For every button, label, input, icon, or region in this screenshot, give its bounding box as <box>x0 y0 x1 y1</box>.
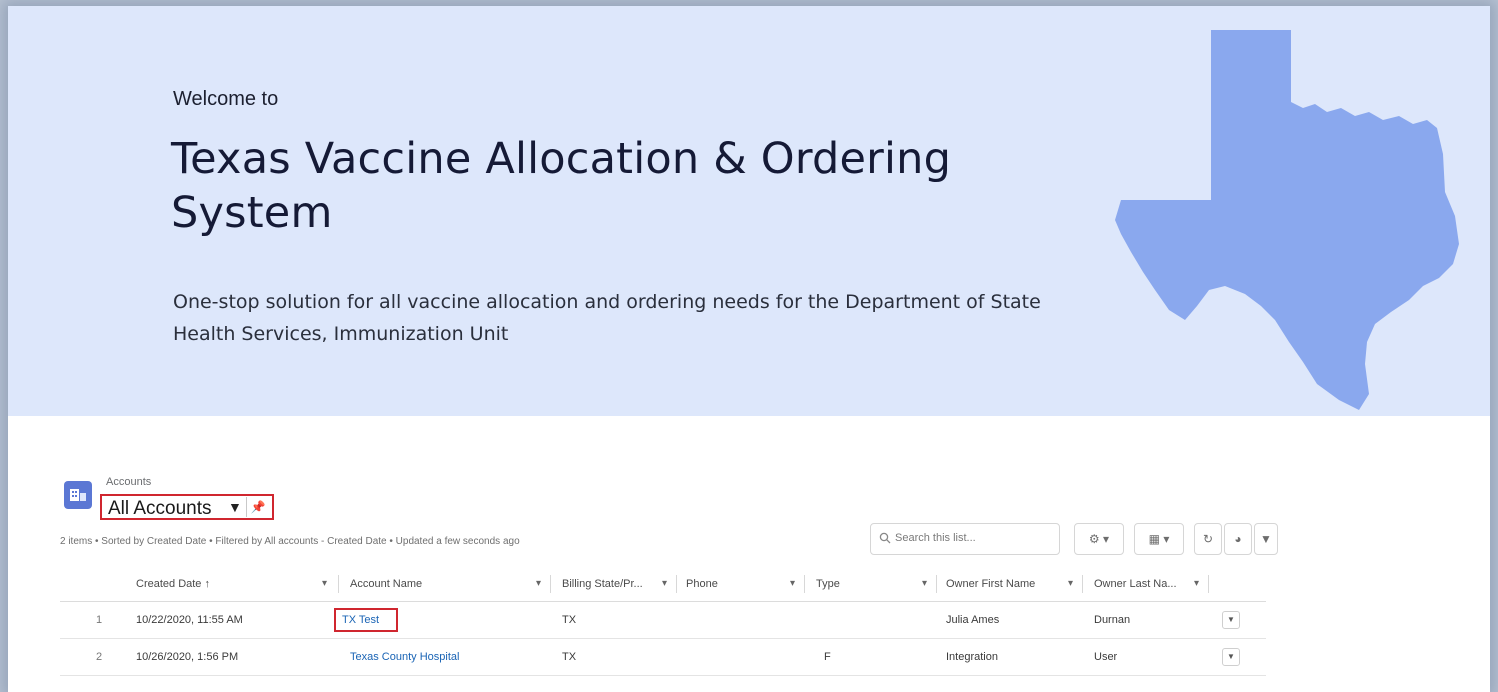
created-date-cell: 10/26/2020, 1:56 PM <box>136 651 239 663</box>
chart-icon: ◕ <box>1234 532 1242 546</box>
column-header-owner-first-name[interactable]: Owner First Name <box>946 567 1035 601</box>
search-icon <box>879 532 891 544</box>
account-name-link[interactable]: Texas County Hospital <box>350 639 459 675</box>
chevron-down-icon[interactable]: ▾ <box>1194 567 1199 601</box>
chevron-down-icon[interactable]: ▾ <box>536 567 541 601</box>
owner-first-name-cell: Integration <box>946 651 998 663</box>
chevron-down-icon[interactable]: ▾ <box>790 567 795 601</box>
gear-icon: ⚙ <box>1088 532 1100 546</box>
chevron-down-icon: ▾ <box>1103 532 1110 546</box>
column-divider <box>1082 575 1083 593</box>
welcome-label: Welcome to <box>173 88 279 110</box>
search-input[interactable]: Search this list... <box>870 523 1060 555</box>
column-header-phone[interactable]: Phone <box>686 567 718 601</box>
filter-icon: ▼ <box>1260 532 1272 546</box>
list-view-controls-button[interactable]: ⚙ ▾ <box>1074 523 1124 555</box>
display-as-button[interactable]: ▦ ▾ <box>1134 523 1184 555</box>
accounts-table: Created Date ↑ ▾ Account Name ▾ Billing … <box>60 567 1266 676</box>
row-actions-button[interactable]: ▼ <box>1222 648 1240 666</box>
object-label: Accounts <box>106 476 152 488</box>
accounts-object-icon <box>64 481 92 509</box>
welcome-banner: Welcome to Texas Vaccine Allocation & Or… <box>8 6 1490 416</box>
list-view-selector[interactable]: All Accounts ▼ 📌 <box>100 494 274 520</box>
column-divider <box>676 575 677 593</box>
app-frame: Welcome to Texas Vaccine Allocation & Or… <box>8 6 1490 692</box>
chevron-down-icon[interactable]: ▾ <box>662 567 667 601</box>
list-view-name: All Accounts <box>108 498 212 519</box>
chevron-down-icon: ▾ <box>1163 532 1170 546</box>
billing-state-cell: TX <box>562 614 577 626</box>
column-header-billing-state[interactable]: Billing State/Pr... <box>562 567 643 601</box>
chevron-down-icon[interactable]: ▾ <box>1068 567 1073 601</box>
column-divider <box>338 575 339 593</box>
billing-state-cell: TX <box>562 651 577 663</box>
filter-button[interactable]: ▼ <box>1254 523 1278 555</box>
chevron-down-icon[interactable]: ▾ <box>322 567 327 601</box>
column-header-account-name[interactable]: Account Name <box>350 567 422 601</box>
caret-down-icon[interactable]: ▼ <box>228 499 242 515</box>
refresh-icon: ↻ <box>1202 532 1214 546</box>
column-divider <box>1208 575 1209 593</box>
page-title: Texas Vaccine Allocation & Ordering Syst… <box>171 134 952 238</box>
created-date-cell: 10/22/2020, 11:55 AM <box>136 614 243 626</box>
table-header: Created Date ↑ ▾ Account Name ▾ Billing … <box>60 567 1266 602</box>
row-number: 2 <box>96 651 103 663</box>
row-actions-button[interactable]: ▼ <box>1222 611 1240 629</box>
texas-map-icon <box>1115 30 1459 410</box>
refresh-button[interactable]: ↻ <box>1194 523 1222 555</box>
column-divider <box>936 575 937 593</box>
column-header-type[interactable]: Type <box>816 567 840 601</box>
owner-last-name-cell: Durnan <box>1094 614 1131 626</box>
column-divider <box>804 575 805 593</box>
owner-first-name-cell: Julia Ames <box>946 614 1000 626</box>
page-subtitle: One-stop solution for all vaccine alloca… <box>173 291 1041 345</box>
list-view-info: 2 items • Sorted by Created Date • Filte… <box>60 536 520 547</box>
row-number: 1 <box>96 614 103 626</box>
table-row: 2 10/26/2020, 1:56 PM Texas County Hospi… <box>60 639 1266 676</box>
column-divider <box>550 575 551 593</box>
table-icon: ▦ <box>1148 532 1160 546</box>
pin-icon[interactable]: 📌 <box>246 497 269 517</box>
charts-button[interactable]: ◕ <box>1224 523 1252 555</box>
table-row: 1 10/22/2020, 11:55 AM TX Test TX Julia … <box>60 602 1266 639</box>
chevron-down-icon[interactable]: ▾ <box>922 567 927 601</box>
owner-last-name-cell: User <box>1094 651 1118 663</box>
column-header-created-date[interactable]: Created Date ↑ <box>136 567 210 601</box>
search-placeholder: Search this list... <box>895 532 976 544</box>
column-header-owner-last-name[interactable]: Owner Last Na... <box>1094 567 1177 601</box>
account-name-link[interactable]: TX Test <box>342 602 379 638</box>
type-cell: F <box>824 651 831 663</box>
